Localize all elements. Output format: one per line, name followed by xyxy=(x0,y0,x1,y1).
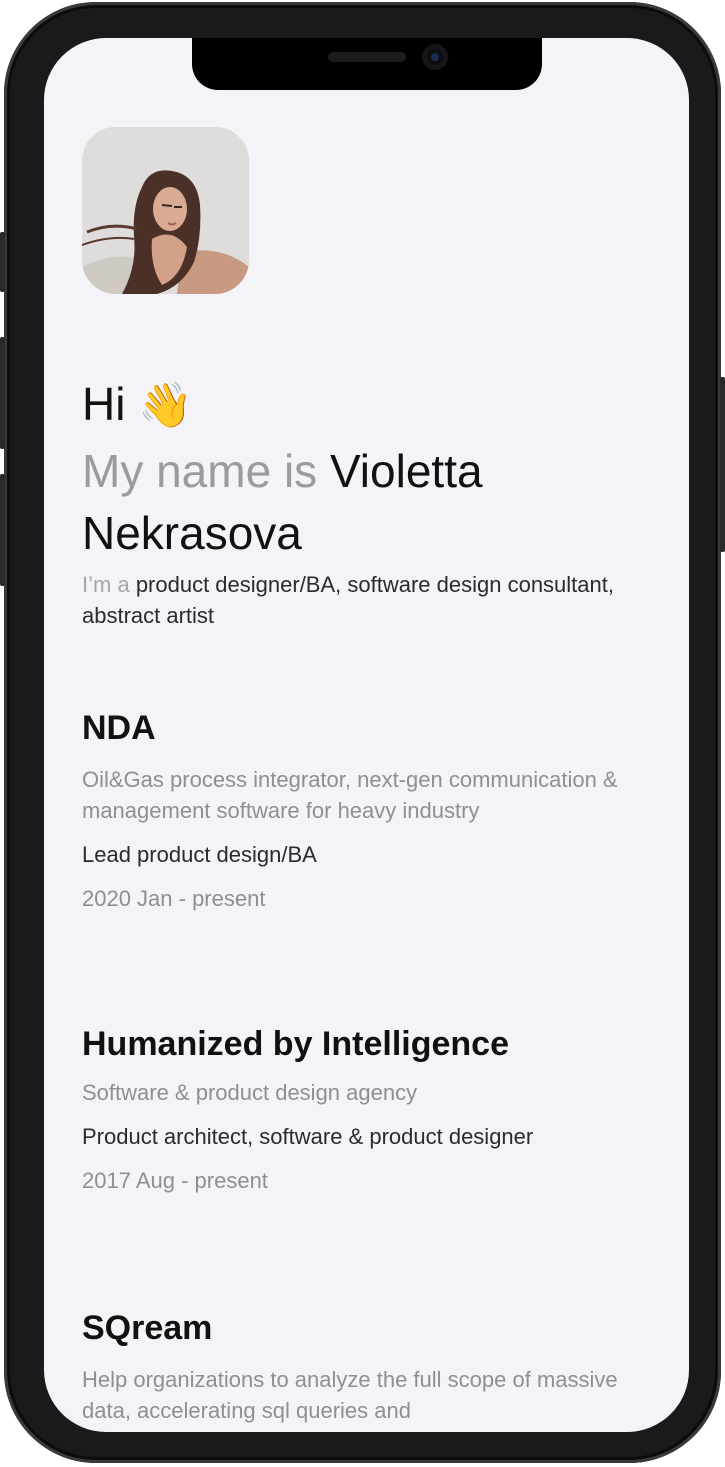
job-company: NDA xyxy=(82,709,156,747)
power-button xyxy=(720,377,725,552)
job-description: Help organizations to analyze the full s… xyxy=(82,1367,618,1423)
speaker-grille xyxy=(328,52,406,62)
job-role: Product architect, software & product de… xyxy=(82,1124,534,1149)
waving-hand-icon: 👋 xyxy=(138,381,194,430)
intro-text: I’m a product designer/BA, software desi… xyxy=(82,569,622,631)
job-company: Humanized by Intelligence xyxy=(82,1025,509,1063)
job-item: SQream Help organizations to analyze the… xyxy=(82,1308,622,1426)
role-prefix: I’m a xyxy=(82,572,130,597)
job-company: SQream xyxy=(82,1309,213,1347)
name-prefix: My name is xyxy=(82,445,318,497)
job-description: Software & product design agency xyxy=(82,1080,418,1105)
name-heading: My name is Violetta Nekrasova xyxy=(82,440,602,564)
portrait-photo xyxy=(82,127,249,294)
volume-up-button xyxy=(0,337,5,449)
front-camera-icon xyxy=(422,44,448,70)
job-item: NDA Oil&Gas process integrator, next-gen… xyxy=(82,708,622,914)
phone-frame: Hi 👋 My name is Violetta Nekrasova I’m a… xyxy=(0,2,725,1463)
greeting-text: Hi xyxy=(82,378,126,430)
mute-switch xyxy=(0,232,5,292)
volume-down-button xyxy=(0,474,5,586)
avatar xyxy=(82,127,249,294)
job-role: Lead product design/BA xyxy=(82,842,317,867)
greeting-heading: Hi 👋 xyxy=(82,376,193,434)
screen[interactable]: Hi 👋 My name is Violetta Nekrasova I’m a… xyxy=(44,38,689,1432)
job-dates: 2017 Aug - present xyxy=(82,1168,268,1193)
job-description: Oil&Gas process integrator, next-gen com… xyxy=(82,767,618,823)
role-description: product designer/BA, software design con… xyxy=(82,572,614,628)
job-dates: 2020 Jan - present xyxy=(82,886,266,911)
job-item: Humanized by Intelligence Software & pro… xyxy=(82,1024,622,1196)
notch xyxy=(192,38,542,90)
